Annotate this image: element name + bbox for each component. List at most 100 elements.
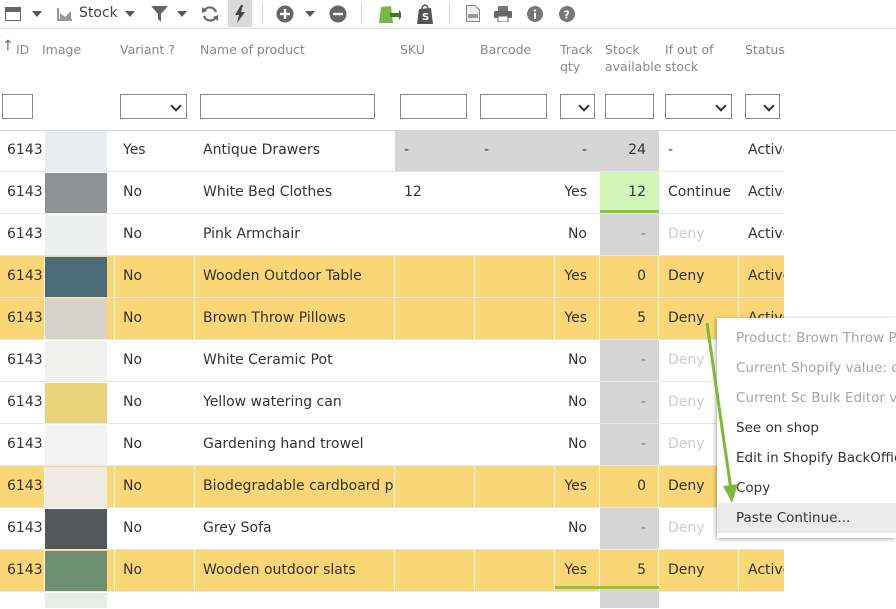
cell-sku[interactable] bbox=[395, 340, 475, 381]
table-row[interactable]: 6143 No White Bed Clothes 12 Yes 12 Continue Ac… bbox=[0, 172, 784, 214]
table-row[interactable]: 6143NoGardening hand trowelNo-DenyActive bbox=[0, 424, 784, 466]
cell-id[interactable]: 6143 bbox=[7, 256, 43, 297]
cell-barcode[interactable]: - bbox=[475, 130, 555, 171]
cell-barcode[interactable] bbox=[475, 256, 555, 297]
cell-name[interactable]: Wooden Outdoor Table bbox=[203, 256, 393, 297]
cell-variant[interactable]: No bbox=[123, 466, 193, 507]
cell-stock-available[interactable]: 5 bbox=[600, 550, 659, 591]
table-row[interactable]: 6143NoWhite Ceramic PotNo-DenyActive bbox=[0, 340, 784, 382]
cell-status[interactable]: Active bbox=[739, 256, 784, 297]
stock-icon[interactable] bbox=[55, 0, 75, 27]
cell-sku[interactable] bbox=[395, 550, 475, 591]
menu-item-edit-in-backoffice[interactable]: Edit in Shopify BackOffice bbox=[717, 443, 896, 473]
shopify-bag-icon[interactable]: S bbox=[413, 0, 437, 27]
cell-track-qty[interactable]: Yes bbox=[555, 256, 600, 297]
cell-sku[interactable]: 12 bbox=[395, 172, 475, 213]
cell-variant[interactable]: Yes bbox=[123, 130, 193, 171]
cell-id[interactable]: 6143 bbox=[7, 466, 43, 507]
remove-icon[interactable] bbox=[327, 0, 349, 27]
cell-status[interactable]: Active bbox=[739, 172, 784, 213]
cell-track-qty[interactable]: - bbox=[555, 130, 600, 171]
filter-track-select[interactable] bbox=[560, 94, 595, 119]
cell-id[interactable]: 6143 bbox=[7, 340, 43, 381]
cell-stock-available[interactable]: 5 bbox=[600, 298, 659, 339]
sort-arrow-icon[interactable]: ↑ bbox=[2, 38, 14, 55]
table-row[interactable]: 6143NoPink ArmchairNo-DenyActive bbox=[0, 214, 784, 256]
cell-variant[interactable]: No bbox=[123, 214, 193, 255]
filter-out-of-stock-select[interactable] bbox=[665, 94, 732, 119]
cell-variant[interactable]: No bbox=[123, 298, 193, 339]
cell-id[interactable]: 6143 bbox=[7, 172, 43, 213]
cell-barcode[interactable] bbox=[475, 424, 555, 465]
cell-stock-available[interactable]: - bbox=[600, 340, 659, 381]
column-header-id[interactable]: ID bbox=[16, 41, 29, 58]
cell-name[interactable]: Pink Armchair bbox=[203, 214, 393, 255]
cell-id[interactable]: 6143 bbox=[7, 298, 43, 339]
cell-track-qty[interactable]: Yes bbox=[555, 298, 600, 339]
cell-track-qty[interactable]: No bbox=[555, 508, 600, 549]
cell-track-qty[interactable]: Yes bbox=[555, 550, 600, 591]
filter-variant-select[interactable] bbox=[120, 94, 187, 119]
cell-name[interactable]: Gardening hand trowel bbox=[203, 424, 393, 465]
cell-id[interactable]: 6143 bbox=[7, 508, 43, 549]
cell-track-qty[interactable]: No bbox=[555, 340, 600, 381]
cell-if-out-of-stock[interactable]: Deny bbox=[659, 256, 739, 297]
info-icon[interactable] bbox=[524, 0, 546, 27]
cell-variant[interactable]: No bbox=[123, 256, 193, 297]
cell-name[interactable]: Brown Throw Pillows bbox=[203, 298, 393, 339]
cell-track-qty[interactable]: No bbox=[555, 424, 600, 465]
cell-sku[interactable] bbox=[395, 256, 475, 297]
menu-item-see-on-shop[interactable]: See on shop bbox=[717, 413, 896, 443]
shopify-sync-icon[interactable] bbox=[376, 0, 402, 27]
table-row[interactable]: 6143NoGrey SofaNo-DenyActive bbox=[0, 508, 784, 550]
cell-if-out-of-stock[interactable]: Continue bbox=[659, 172, 739, 213]
cell-barcode[interactable] bbox=[475, 382, 555, 423]
cell-id[interactable]: 6143 bbox=[7, 550, 43, 591]
menu-item-paste-continue[interactable]: Paste Continue... bbox=[717, 503, 896, 533]
cell-name[interactable]: White Ceramic Pot bbox=[203, 340, 393, 381]
cell-variant[interactable]: No bbox=[123, 172, 193, 213]
cell-sku[interactable] bbox=[395, 424, 475, 465]
filter-name-input[interactable] bbox=[200, 94, 375, 119]
cell-name[interactable]: Yellow watering can bbox=[203, 382, 393, 423]
cell-id[interactable]: 6143 bbox=[7, 214, 43, 255]
cell-variant[interactable]: No bbox=[123, 550, 193, 591]
filter-id-input[interactable] bbox=[2, 94, 33, 119]
cell-variant[interactable]: No bbox=[123, 424, 193, 465]
cell-if-out-of-stock[interactable]: Deny bbox=[659, 550, 739, 591]
cell-id[interactable]: 6143 bbox=[7, 382, 43, 423]
table-row[interactable]: 6143 NoWooden Outdoor Table Yes0DenyActive bbox=[0, 256, 784, 298]
table-row[interactable]: 6143YesAntique Drawers---24-Active bbox=[0, 130, 784, 172]
cell-track-qty[interactable]: Yes bbox=[555, 466, 600, 507]
cell-name[interactable]: Biodegradable cardboard pots bbox=[203, 466, 393, 507]
column-header-image[interactable]: Image bbox=[42, 41, 81, 58]
cell-name[interactable]: Antique Drawers bbox=[203, 130, 393, 171]
filter-status-select[interactable] bbox=[745, 94, 780, 119]
column-header-status[interactable]: Status bbox=[745, 41, 785, 58]
chevron-down-icon[interactable] bbox=[123, 0, 137, 27]
cell-status[interactable]: Active bbox=[739, 550, 784, 591]
cell-barcode[interactable] bbox=[475, 508, 555, 549]
view-selector-label[interactable]: Stock bbox=[79, 5, 118, 21]
cell-stock-available[interactable]: - bbox=[600, 382, 659, 423]
chevron-down-icon[interactable] bbox=[303, 0, 317, 27]
filter-stock-input[interactable] bbox=[605, 94, 654, 119]
cell-id[interactable]: 6143 bbox=[7, 130, 43, 171]
column-header-stock-available[interactable]: Stock available bbox=[605, 41, 661, 75]
cell-sku[interactable]: - bbox=[395, 130, 475, 171]
column-header-track-qty[interactable]: Track qty bbox=[560, 41, 593, 75]
cell-stock-available[interactable]: - bbox=[600, 508, 659, 549]
cell-if-out-of-stock[interactable]: Deny bbox=[659, 214, 739, 255]
cell-id[interactable]: 6143 bbox=[7, 424, 43, 465]
cell-variant[interactable]: No bbox=[123, 340, 193, 381]
table-row[interactable]: 6143NoYellow watering canNo-DenyActive bbox=[0, 382, 784, 424]
add-icon[interactable] bbox=[274, 0, 296, 27]
cell-barcode[interactable] bbox=[475, 340, 555, 381]
cell-track-qty[interactable]: No bbox=[555, 382, 600, 423]
cell-status[interactable]: Active bbox=[739, 214, 784, 255]
cell-barcode[interactable] bbox=[475, 214, 555, 255]
cell-stock-available[interactable]: - bbox=[600, 424, 659, 465]
cell-name[interactable]: Grey Sofa bbox=[203, 508, 393, 549]
help-icon[interactable]: ? bbox=[556, 0, 578, 27]
filter-sku-input[interactable] bbox=[400, 94, 467, 119]
